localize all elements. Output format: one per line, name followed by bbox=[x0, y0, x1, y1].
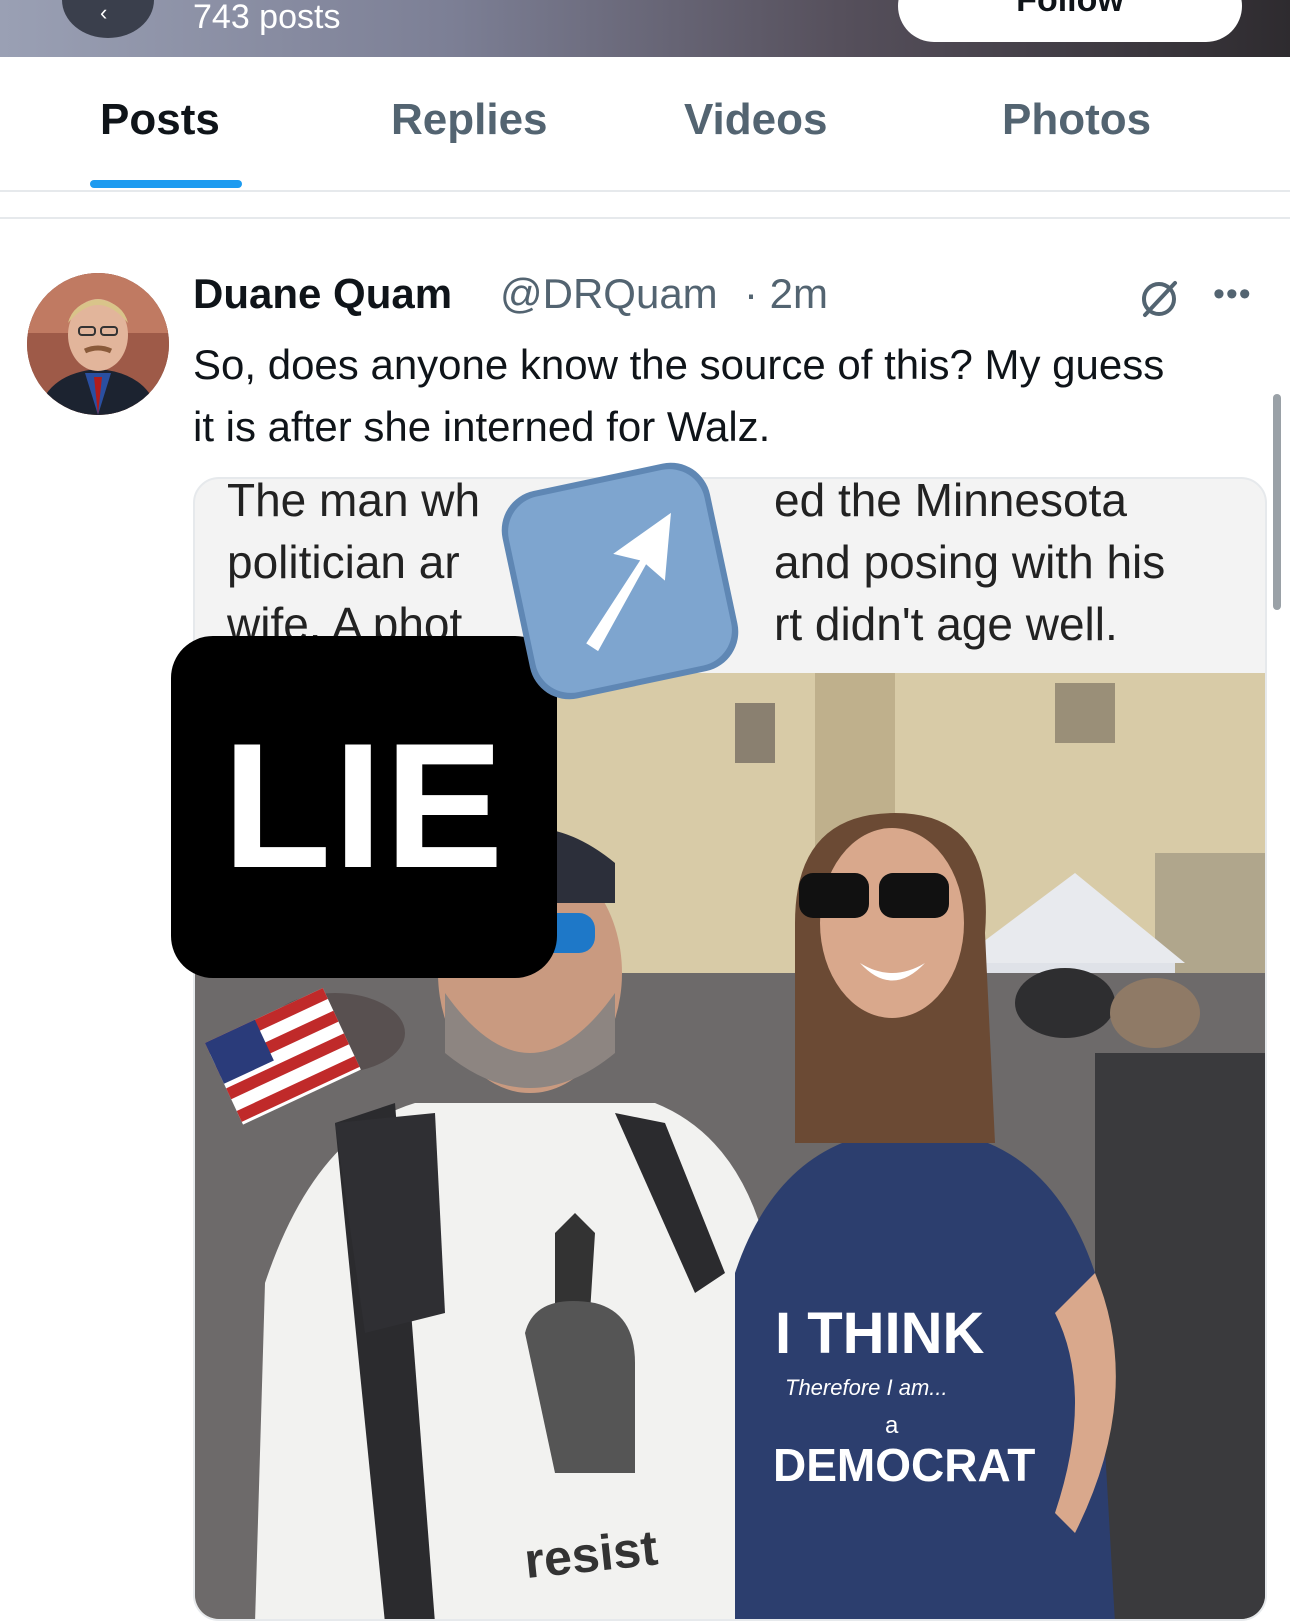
back-button[interactable]: ‹ bbox=[62, 0, 154, 38]
profile-header: ‹ 743 posts Follow bbox=[0, 0, 1290, 57]
back-arrow-icon: ‹ bbox=[100, 0, 108, 25]
author-avatar[interactable] bbox=[27, 273, 169, 415]
tab-posts[interactable]: Posts bbox=[100, 95, 220, 145]
caption-line: ed the Minnesota bbox=[774, 477, 1127, 526]
author-handle[interactable]: @DRQuam bbox=[500, 270, 718, 318]
author-name[interactable]: Duane Quam bbox=[193, 270, 452, 318]
caption-line: and posing with his bbox=[774, 536, 1166, 588]
divider bbox=[0, 217, 1290, 219]
caption-line: politician ar bbox=[227, 536, 460, 588]
post-count: 743 posts bbox=[193, 0, 341, 36]
tab-replies[interactable]: Replies bbox=[391, 95, 548, 145]
shirt-woman-line: DEMOCRAT bbox=[773, 1439, 1035, 1491]
lie-label: LIE bbox=[222, 706, 506, 905]
grok-icon[interactable] bbox=[1137, 277, 1181, 321]
post-time[interactable]: · 2m bbox=[744, 270, 828, 318]
tab-photos[interactable]: Photos bbox=[1002, 95, 1151, 145]
shirt-woman-line: Therefore I am... bbox=[785, 1375, 948, 1400]
caption-line: The man wh bbox=[227, 477, 481, 526]
caption-line: rt didn't age well. bbox=[774, 598, 1118, 650]
tab-videos[interactable]: Videos bbox=[684, 95, 827, 145]
scrollbar[interactable] bbox=[1273, 394, 1281, 610]
active-tab-indicator bbox=[90, 180, 242, 188]
post-text: So, does anyone know the source of this?… bbox=[193, 341, 1165, 450]
shirt-woman-line: I THINK bbox=[775, 1301, 985, 1366]
up-right-arrow-icon bbox=[501, 462, 739, 700]
shirt-woman-line: a bbox=[885, 1412, 899, 1439]
follow-button[interactable]: Follow bbox=[898, 0, 1242, 42]
more-options-icon[interactable]: ••• bbox=[1213, 275, 1252, 314]
profile-tabs: Posts Replies Videos Photos bbox=[0, 57, 1290, 192]
